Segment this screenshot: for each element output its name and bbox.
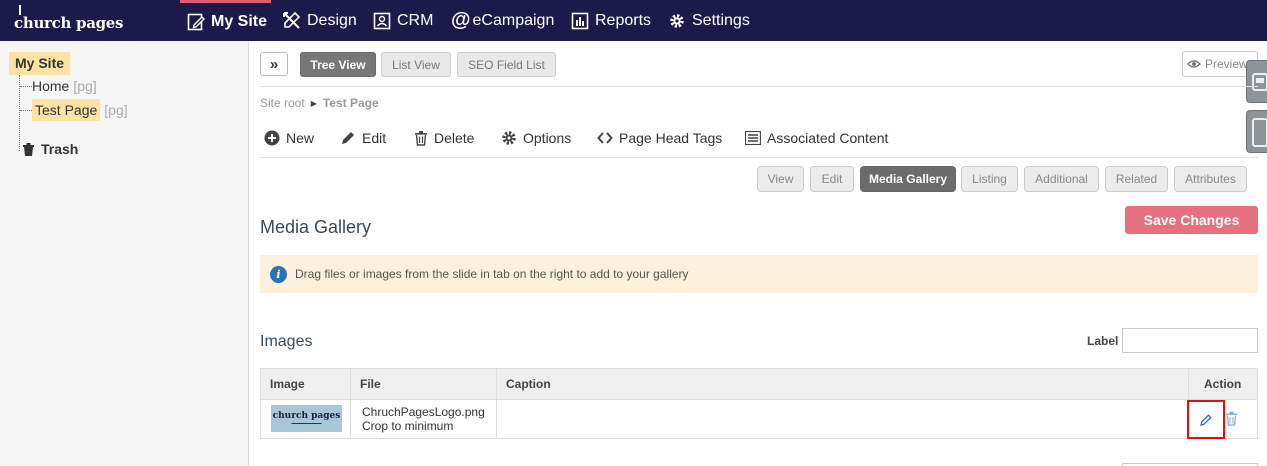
tree-trash[interactable]: Trash <box>22 141 78 157</box>
gear-icon <box>670 13 684 28</box>
tree-node-label: Test Page <box>32 99 101 121</box>
breadcrumb: Site root ▶ Test Page <box>260 96 379 110</box>
tree-trash-label: Trash <box>41 141 79 157</box>
tree-node-type: [pg] <box>104 102 128 118</box>
nav-reports[interactable]: Reports <box>571 0 651 41</box>
tree-connector <box>20 110 32 111</box>
column-header-file: File <box>351 369 497 400</box>
seo-field-list-button[interactable]: SEO Field List <box>457 52 556 77</box>
code-brackets-icon <box>597 132 613 144</box>
at-sign-icon: @ <box>451 9 471 31</box>
tree-node-test-page[interactable]: Test Page [pg] <box>32 99 128 121</box>
caret-right-icon: ▶ <box>310 98 317 108</box>
edit-action[interactable]: Edit <box>340 130 386 146</box>
tree-root-my-site[interactable]: My Site <box>9 52 71 75</box>
thumbnail-logo-text: church pages <box>272 411 341 421</box>
trash-icon <box>1226 411 1237 426</box>
plus-circle-icon <box>264 130 280 146</box>
table-cell-image: church pages ▬▬▬▬▬▬▬▬▬▬ <box>261 400 351 438</box>
list-icon <box>745 131 761 145</box>
bar-chart-icon <box>571 12 589 29</box>
slide-tab-contacts[interactable] <box>1246 60 1267 103</box>
site-tree-pane: My Site Home [pg] Test Page [pg] Trash <box>0 41 249 466</box>
divider <box>260 157 1258 158</box>
info-message: i Drag files or images from the slide in… <box>260 255 1258 293</box>
nav-design-label: Design <box>307 11 357 29</box>
page-head-tags-action[interactable]: Page Head Tags <box>597 130 722 146</box>
crop-setting[interactable]: Crop to minimum <box>362 419 496 433</box>
save-changes-button[interactable]: Save Changes <box>1125 206 1258 234</box>
breadcrumb-site-root[interactable]: Site root <box>260 96 305 110</box>
column-header-image: Image <box>261 369 351 400</box>
expand-pane-button[interactable]: » <box>260 52 288 76</box>
tree-node-label: Home <box>32 78 70 94</box>
eye-icon <box>1187 60 1201 68</box>
options-action[interactable]: Options <box>501 130 571 146</box>
nav-settings-label: Settings <box>692 11 750 29</box>
options-action-label: Options <box>523 130 572 146</box>
column-header-caption: Caption <box>497 369 1189 400</box>
trash-bin-icon <box>23 142 34 156</box>
list-view-button[interactable]: List View <box>381 52 451 77</box>
delete-image-button[interactable] <box>1225 411 1238 429</box>
contact-card-icon <box>373 12 391 29</box>
tab-attributes[interactable]: Attributes <box>1174 166 1247 192</box>
nav-crm[interactable]: CRM <box>373 0 433 41</box>
contact-card-icon <box>1252 73 1267 91</box>
images-section-title: Images <box>260 333 313 350</box>
tab-related[interactable]: Related <box>1105 166 1168 192</box>
breadcrumb-current: Test Page <box>322 96 379 110</box>
tree-view-button[interactable]: Tree View <box>300 52 376 77</box>
tab-listing[interactable]: Listing <box>961 166 1018 192</box>
nav-ecampaign[interactable]: @ eCampaign <box>451 0 554 41</box>
info-icon: i <box>270 265 287 283</box>
preview-label: Preview <box>1205 57 1248 71</box>
image-thumbnail[interactable]: church pages ▬▬▬▬▬▬▬▬▬▬ <box>271 405 342 432</box>
top-nav-bar: church pages My Site Design CRM @ eCampa… <box>0 0 1267 41</box>
nav-reports-label: Reports <box>595 11 652 29</box>
tab-edit[interactable]: Edit <box>810 166 854 192</box>
nav-ecampaign-label: eCampaign <box>472 11 555 29</box>
associated-content-label: Associated Content <box>767 130 889 146</box>
tablet-icon <box>1252 118 1267 147</box>
file-name: ChruchPagesLogo.png <box>362 405 485 419</box>
edit-image-button[interactable] <box>1187 400 1225 439</box>
label-field-label: Label <box>1087 334 1119 348</box>
edit-page-icon <box>187 13 205 31</box>
page-head-tags-label: Page Head Tags <box>619 130 723 146</box>
media-gallery-title: Media Gallery <box>260 217 372 237</box>
tree-connector <box>20 86 32 87</box>
design-tools-icon <box>283 11 301 29</box>
delete-action-label: Delete <box>434 130 475 146</box>
nav-settings[interactable]: Settings <box>668 0 750 41</box>
new-action[interactable]: New <box>264 130 314 146</box>
gear-icon <box>502 131 516 145</box>
tree-node-type: [pg] <box>73 78 97 94</box>
label-input[interactable] <box>1122 328 1258 353</box>
nav-my-site-label: My Site <box>211 13 268 30</box>
tab-additional[interactable]: Additional <box>1024 166 1099 192</box>
images-table: Image File Caption Action church pages ▬… <box>260 368 1258 439</box>
trash-icon <box>415 131 427 146</box>
church-pages-logo[interactable]: church pages <box>14 5 124 32</box>
table-cell-caption[interactable] <box>497 400 1189 438</box>
new-action-label: New <box>286 130 315 146</box>
delete-action[interactable]: Delete <box>414 130 474 146</box>
pencil-icon <box>342 132 354 144</box>
nav-my-site[interactable]: My Site <box>180 0 271 41</box>
pencil-icon <box>1200 413 1212 426</box>
associated-content-action[interactable]: Associated Content <box>745 130 888 146</box>
divider <box>260 86 1258 87</box>
slide-tab-media[interactable] <box>1246 110 1267 153</box>
column-header-action: Action <box>1189 369 1257 400</box>
tab-view[interactable]: View <box>757 166 804 192</box>
nav-crm-label: CRM <box>397 11 434 29</box>
info-message-text: Drag files or images from the slide in t… <box>295 267 689 281</box>
thumbnail-tagline: ▬▬▬▬▬▬▬▬▬▬ <box>291 421 322 425</box>
nav-design[interactable]: Design <box>282 0 357 41</box>
tree-node-home[interactable]: Home [pg] <box>32 78 97 94</box>
edit-action-label: Edit <box>362 130 387 146</box>
table-cell-file: ChruchPagesLogo.png Crop to minimum <box>351 400 497 438</box>
tab-media-gallery[interactable]: Media Gallery <box>860 166 956 192</box>
